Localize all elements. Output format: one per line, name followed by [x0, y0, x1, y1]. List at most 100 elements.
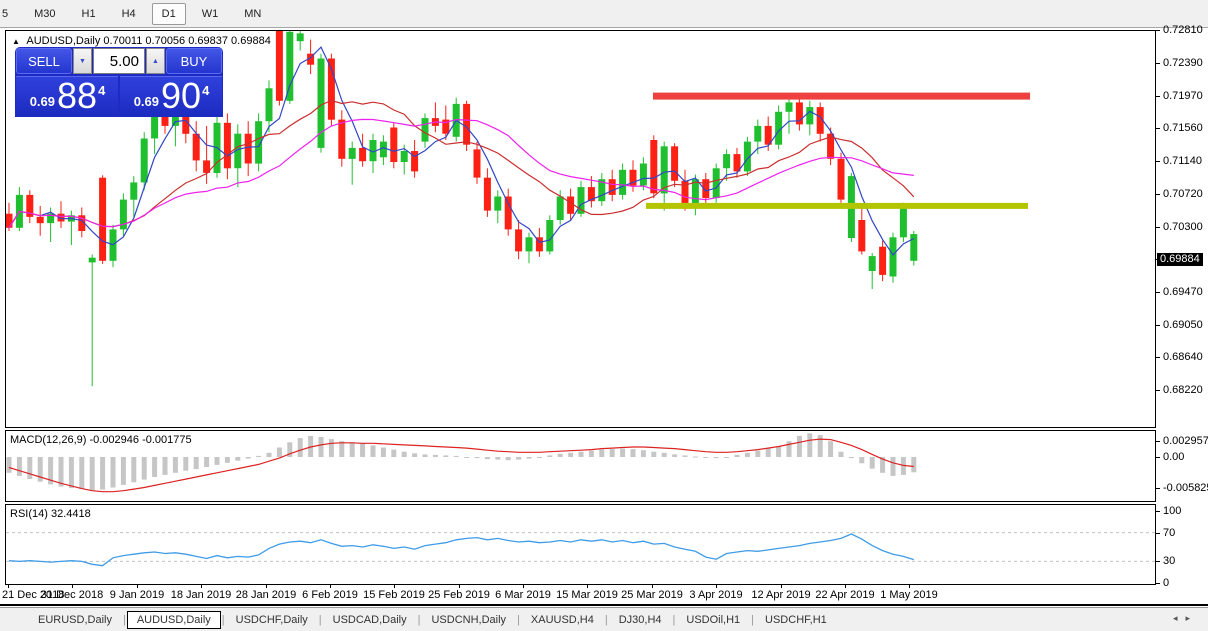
tab-usdchf-h1[interactable]: USDCHF,H1 [755, 611, 837, 629]
chart-symbol: AUDUSD,Daily [26, 35, 101, 47]
rsi-indicator-pane[interactable]: RSI(14) 32.4418 [5, 504, 1156, 585]
date-axis-label: 3 Apr 2019 [689, 589, 743, 601]
price-axis-label: 0.71560 [1163, 122, 1203, 134]
buy-price-big: 90 [161, 75, 202, 116]
trade-panel: SELL ▼ ▲ BUY 0.69 88 4 0.69 90 4 [15, 47, 223, 117]
volume-input[interactable] [93, 48, 145, 74]
price-axis-label: 0.68220 [1163, 384, 1203, 396]
tab-separator: | [517, 613, 520, 626]
macd-tick [1156, 441, 1160, 442]
price-axis-label: 0.71970 [1163, 90, 1203, 102]
buy-price-sup: 4 [202, 83, 210, 98]
rsi-tick [1156, 533, 1160, 534]
date-axis-label: 25 Mar 2019 [621, 589, 683, 601]
date-tick [330, 585, 331, 588]
price-axis-label: 0.72390 [1163, 57, 1203, 69]
rsi-label: RSI(14) 32.4418 [10, 508, 91, 520]
sell-price[interactable]: 0.69 88 4 [16, 76, 118, 116]
timeframe-button-m30[interactable]: M30 [24, 3, 65, 25]
price-tick [1156, 357, 1160, 358]
date-tick [587, 585, 588, 588]
macd-tick [1156, 457, 1160, 458]
sell-price-sup: 4 [98, 83, 106, 98]
timeframe-button-h4[interactable]: H4 [112, 3, 146, 25]
chart-bottom-divider [0, 604, 1208, 606]
volume-decrease-button[interactable]: ▼ [73, 48, 92, 74]
tab-separator: | [122, 613, 126, 626]
date-tick [72, 585, 73, 588]
rsi-tick [1156, 511, 1160, 512]
tab-usdchf-daily[interactable]: USDCHF,Daily [226, 611, 318, 629]
tab-xauusd-h4[interactable]: XAUUSD,H4 [521, 611, 604, 629]
price-tick [1156, 390, 1160, 391]
rsi-axis-label: 30 [1163, 555, 1176, 567]
rsi-axis-label: 0 [1163, 577, 1170, 589]
tab-usdcad-daily[interactable]: USDCAD,Daily [323, 611, 417, 629]
tab-separator: | [221, 613, 225, 626]
sell-price-big: 88 [57, 75, 98, 116]
current-price-tag: 0.69884 [1157, 253, 1203, 266]
macd-label: MACD(12,26,9) -0.002946 -0.001775 [10, 434, 192, 446]
date-tick [716, 585, 717, 588]
date-axis-label: 28 Jan 2019 [235, 589, 297, 601]
price-axis-label: 0.70300 [1163, 221, 1203, 233]
date-tick [845, 585, 846, 588]
buy-button[interactable]: BUY [166, 48, 222, 74]
buy-price[interactable]: 0.69 90 4 [120, 76, 222, 116]
tab-prev-icon[interactable]: ◂ [1173, 613, 1186, 623]
rsi-axis-label: 70 [1163, 527, 1176, 539]
sell-button[interactable]: SELL [16, 48, 72, 74]
tab-separator: | [604, 613, 608, 626]
date-axis-label: 15 Mar 2019 [556, 589, 618, 601]
date-tick [394, 585, 395, 588]
date-axis-label: 1 May 2019 [880, 589, 938, 601]
tab-dj30-h4[interactable]: DJ30,H4 [609, 611, 672, 629]
date-axis-label: 31 Dec 2018 [40, 589, 104, 601]
date-axis-label: 6 Mar 2019 [495, 589, 551, 601]
price-chart-pane[interactable]: ▲ AUDUSD,Daily 0.70011 0.70056 0.69837 0… [5, 30, 1156, 428]
date-tick [523, 585, 524, 588]
date-tick [137, 585, 138, 588]
rsi-chart[interactable] [6, 505, 1155, 584]
date-tick [8, 585, 9, 588]
date-tick [266, 585, 267, 588]
timeframe-button-5[interactable]: 5 [0, 3, 18, 25]
price-axis-label: 0.69470 [1163, 286, 1203, 298]
tab-next-icon[interactable]: ▸ [1185, 613, 1198, 623]
date-axis-label: 22 Apr 2019 [815, 589, 875, 601]
volume-increase-button[interactable]: ▲ [146, 48, 165, 74]
spin-up-icon: ▲ [152, 57, 159, 65]
tab-separator: | [751, 613, 755, 626]
price-tick [1156, 96, 1160, 97]
price-tick [1156, 161, 1160, 162]
timeframe-button-d1[interactable]: D1 [151, 2, 186, 25]
tab-scroll-arrows[interactable]: ◂▸ [1173, 613, 1198, 624]
price-axis-label: 0.72810 [1163, 24, 1203, 36]
price-axis-label: 0.71140 [1163, 155, 1202, 167]
date-axis-label: 12 Apr 2019 [751, 589, 811, 601]
date-axis-label: 15 Feb 2019 [363, 589, 425, 601]
sell-price-prefix: 0.69 [29, 94, 56, 109]
macd-indicator-pane[interactable]: MACD(12,26,9) -0.002946 -0.001775 [5, 430, 1156, 502]
tab-separator: | [417, 613, 421, 626]
macd-axis-label: 0.00 [1163, 451, 1185, 463]
spin-down-icon: ▼ [79, 57, 86, 65]
chart-tab-bar: EURUSD,Daily | AUDUSD,Daily | USDCHF,Daily | U… [0, 607, 1208, 631]
macd-axis-label: 0.002957 [1163, 435, 1208, 447]
tab-audusd-daily[interactable]: AUDUSD,Daily [126, 610, 221, 629]
tab-usdcnh-daily[interactable]: USDCNH,Daily [421, 611, 516, 629]
timeframe-button-h1[interactable]: H1 [72, 3, 106, 25]
timeframe-button-mn[interactable]: MN [234, 3, 271, 25]
date-axis-label: 9 Jan 2019 [109, 589, 165, 601]
price-tick [1156, 128, 1160, 129]
collapse-arrow-icon: ▲ [12, 37, 20, 46]
buy-price-prefix: 0.69 [133, 94, 160, 109]
date-tick [781, 585, 782, 588]
tab-usdoil-h1[interactable]: USDOil,H1 [676, 611, 750, 629]
timeframe-button-w1[interactable]: W1 [192, 3, 229, 25]
date-tick [652, 585, 653, 588]
price-tick [1156, 30, 1160, 31]
tab-eurusd-daily[interactable]: EURUSD,Daily [28, 611, 122, 629]
price-tick [1156, 227, 1160, 228]
macd-tick [1156, 488, 1160, 489]
